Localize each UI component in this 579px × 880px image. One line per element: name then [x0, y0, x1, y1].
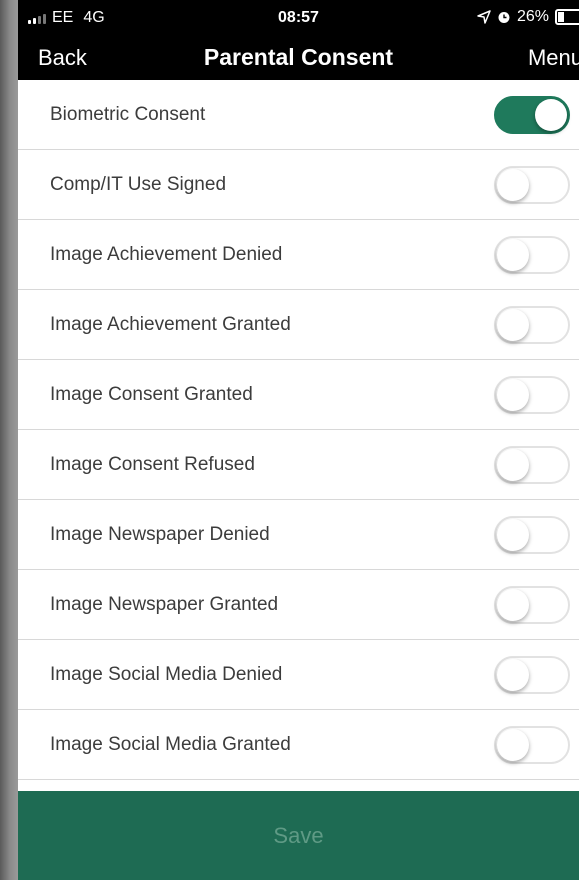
toggle-knob [497, 519, 529, 551]
consent-row: Image Newspaper Granted [18, 570, 579, 640]
consent-row: Comp/IT Use Signed [18, 150, 579, 220]
toggle-knob [497, 239, 529, 271]
consent-toggle[interactable] [494, 726, 570, 764]
consent-row: Image Consent Granted [18, 360, 579, 430]
page-title: Parental Consent [203, 44, 394, 70]
consent-toggle[interactable] [494, 586, 570, 624]
status-right: 26% [477, 8, 579, 26]
location-icon [477, 10, 491, 24]
save-button[interactable]: Save [18, 823, 579, 849]
consent-row: Image Achievement Granted [18, 290, 579, 360]
toggle-knob [497, 169, 529, 201]
consent-label: Comp/IT Use Signed [50, 174, 227, 195]
consent-label: Image Social Media Granted [50, 734, 291, 755]
consent-row: Image Social Media Denied [18, 640, 579, 710]
consent-toggle[interactable] [494, 306, 570, 344]
consent-label: Image Newspaper Granted [50, 594, 279, 615]
consent-toggle[interactable] [494, 656, 570, 694]
navigation-bar: Back Parental Consent Menu [18, 36, 579, 80]
toggle-knob [497, 729, 529, 761]
toggle-knob [497, 449, 529, 481]
consent-toggle[interactable] [494, 96, 570, 134]
toggle-knob [497, 589, 529, 621]
battery-icon [555, 9, 579, 25]
toggle-knob [535, 99, 567, 131]
consent-row: Biometric Consent [18, 80, 579, 150]
consent-toggle[interactable] [494, 166, 570, 204]
consent-label: Biometric Consent [50, 104, 206, 125]
toggle-knob [497, 309, 529, 341]
consent-toggle[interactable] [494, 376, 570, 414]
consent-label: Image Consent Refused [50, 454, 255, 475]
battery-percent: 26% [516, 8, 549, 25]
consent-label: Image Newspaper Denied [50, 524, 270, 545]
consent-toggle[interactable] [494, 446, 570, 484]
consent-label: Image Consent Granted [50, 384, 253, 405]
consent-row: Image Consent Refused [18, 430, 579, 500]
consent-row: Image Social Media Granted [18, 710, 579, 780]
menu-button[interactable]: Menu [528, 45, 579, 71]
consent-toggle[interactable] [494, 516, 570, 554]
consent-toggle[interactable] [494, 236, 570, 274]
consent-label: Image Achievement Denied [50, 244, 283, 265]
consent-label: Image Achievement Granted [50, 314, 291, 335]
consent-row: Image Achievement Denied [18, 220, 579, 290]
save-bar: Save [18, 791, 579, 880]
phone-screen: EE 4G 08:57 26% Back Parental Consent Me… [18, 0, 579, 880]
alarm-icon [498, 12, 510, 23]
toggle-knob [497, 379, 529, 411]
consent-label: Image Social Media Denied [50, 664, 283, 685]
consent-list: Biometric Consent Comp/IT Use Signed Image… [18, 80, 579, 780]
status-bar: EE 4G 08:57 26% [18, 0, 579, 36]
consent-row: Image Newspaper Denied [18, 500, 579, 570]
toggle-knob [497, 659, 529, 691]
